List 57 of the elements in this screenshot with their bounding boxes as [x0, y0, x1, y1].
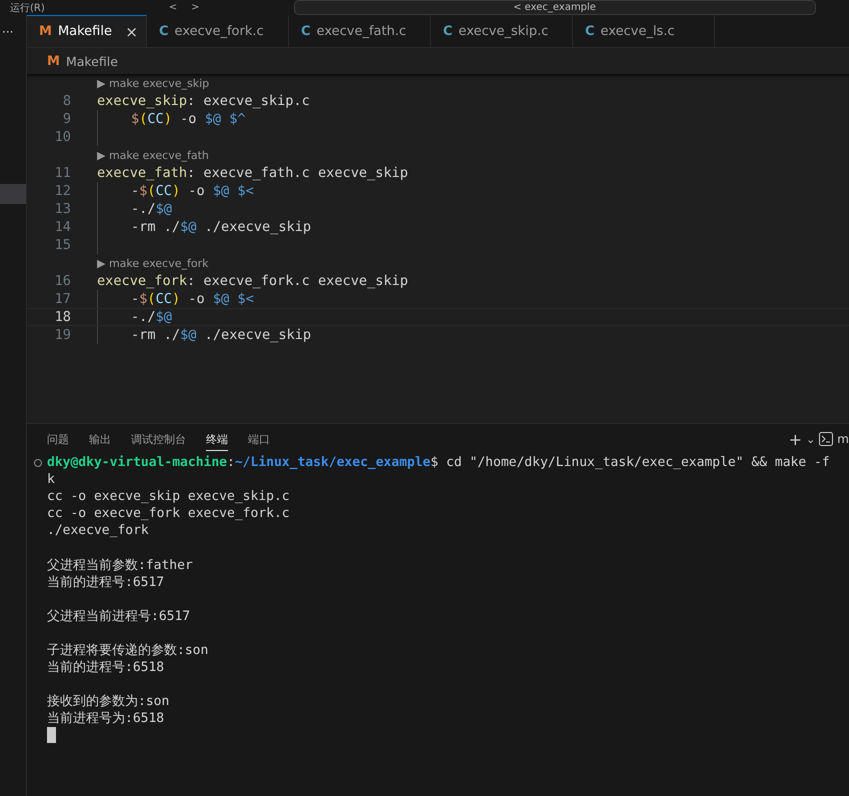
panel-tab[interactable]: 终端	[206, 428, 228, 450]
line-number: 16	[54, 273, 71, 289]
line-number: 19	[54, 327, 71, 343]
codelens-link[interactable]: ▶ make execve_fath	[97, 146, 849, 164]
new-terminal-button[interactable]: +	[788, 430, 802, 448]
line-number: 11	[54, 165, 71, 181]
editor-tab[interactable]: M Makefile ×	[27, 15, 147, 47]
line-number: 9	[62, 111, 71, 127]
back-button[interactable]: <	[168, 2, 178, 13]
line-number: 8	[62, 93, 71, 109]
command-decoration-icon[interactable]	[34, 459, 42, 467]
close-icon[interactable]: ×	[125, 22, 138, 40]
menu-item[interactable]: 运行(R)	[10, 0, 45, 14]
code-line: -$(CC) -o $@ $<	[131, 183, 254, 199]
line-number: 12	[54, 183, 71, 199]
forward-button[interactable]: >	[191, 2, 200, 13]
panel-tab[interactable]: 端口	[248, 428, 270, 450]
terminal-line: 接收到的参数为:son	[47, 692, 170, 710]
panel-tab[interactable]: 调试控制台	[131, 428, 186, 450]
terminal-line: dky@dky-virtual-machine:~/Linux_task/exec_example$ cd "/home/dky/Linux_task/exec_example" && make -f	[47, 455, 830, 470]
line-number: 13	[54, 201, 71, 217]
codelens-link[interactable]: ▶ make execve_skip	[97, 74, 849, 92]
code-line: -./$@	[131, 309, 172, 325]
terminal-cursor	[47, 727, 56, 743]
code-line: execve_fath: execve_fath.c execve_skip	[97, 165, 408, 181]
line-number: 17	[54, 291, 71, 307]
terminal-line: 父进程当前参数:father	[47, 556, 193, 574]
terminal-line: k	[47, 472, 55, 487]
line-number: 15	[54, 237, 71, 253]
code-line: -rm ./$@ ./execve_skip	[131, 327, 312, 343]
code-line: -./$@	[131, 201, 172, 217]
terminal-line: cc -o execve_fork execve_fork.c	[47, 506, 290, 521]
terminal-name[interactable]: m	[837, 432, 849, 446]
panel-tab[interactable]: 问题	[47, 428, 69, 450]
terminal-line: 当前的进程号:6517	[47, 574, 164, 590]
makefile-icon: M	[47, 54, 60, 68]
code-line: execve_skip: execve_skip.c	[97, 93, 310, 109]
more-icon[interactable]: ···	[0, 15, 26, 39]
line-number: 10	[54, 129, 71, 145]
panel-tab[interactable]: 输出	[89, 428, 111, 450]
code-line: execve_fork: execve_fork.c execve_skip	[97, 273, 408, 289]
code-line: -$(CC) -o $@ $<	[131, 291, 254, 307]
code-line: -rm ./$@ ./execve_skip	[131, 219, 312, 235]
terminal-line: cc -o execve_skip execve_skip.c	[47, 489, 290, 504]
terminal-line: 当前的进程号:6518	[47, 658, 164, 676]
terminal-line: 子进程将要传递的参数:son	[47, 642, 208, 658]
terminal-line: 父进程当前进程号:6517	[47, 608, 190, 624]
terminal-line: ./execve_fork	[47, 523, 149, 538]
command-center-search[interactable]: < exec_example	[294, 0, 816, 15]
code-line: $(CC) -o $@ $^	[131, 111, 246, 127]
terminal-line: 当前进程号为:6518	[47, 710, 164, 726]
breadcrumb-item[interactable]: Makefile	[66, 54, 118, 68]
line-number: 14	[54, 219, 71, 235]
dropdown-button[interactable]: ⌄	[806, 432, 816, 446]
codelens-link[interactable]: ▶ make execve_fork	[97, 254, 849, 272]
line-number: 18	[54, 309, 71, 325]
terminal-icon[interactable]	[819, 432, 834, 446]
